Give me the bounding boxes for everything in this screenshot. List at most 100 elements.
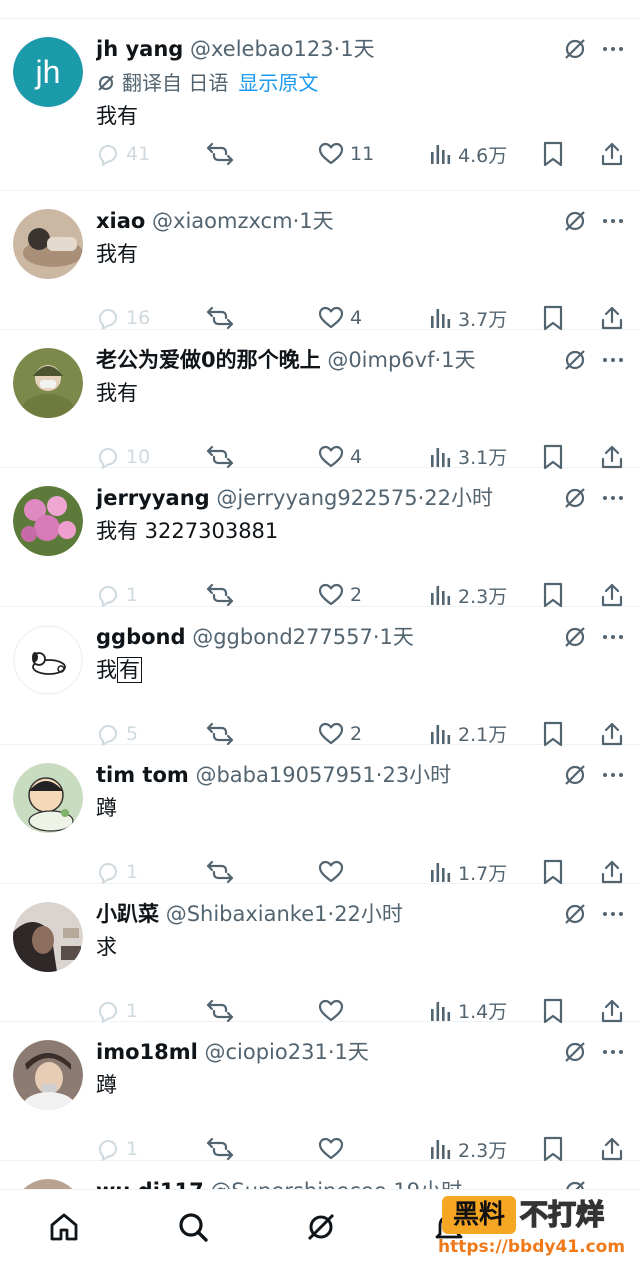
like-button[interactable]: [318, 1134, 350, 1164]
views-button[interactable]: 4.6万: [430, 139, 507, 169]
author-name[interactable]: wu di117: [96, 1179, 204, 1190]
more-options-icon[interactable]: [600, 485, 626, 511]
reply-button[interactable]: 16: [96, 303, 150, 333]
bookmark-button[interactable]: [542, 580, 564, 610]
grok-icon[interactable]: [304, 1210, 338, 1244]
like-button[interactable]: 4: [318, 303, 362, 333]
views-button[interactable]: 1.7万: [430, 857, 507, 887]
avatar[interactable]: [13, 763, 83, 833]
bookmark-button[interactable]: [542, 996, 564, 1026]
avatar[interactable]: [13, 209, 83, 279]
repost-button[interactable]: [206, 719, 234, 749]
author-handle[interactable]: @xiaomzxcm: [152, 209, 293, 233]
like-button[interactable]: [318, 996, 350, 1026]
bookmark-button[interactable]: [542, 303, 564, 333]
reply-post[interactable]: tim tom @baba19057951·23小时 蹲 1 1.7万: [0, 745, 640, 887]
post-time[interactable]: 23小时: [382, 763, 451, 787]
reply-post[interactable]: jerryyang @jerryyang922575·22小时 我有 32273…: [0, 468, 640, 610]
reply-button[interactable]: 5: [96, 719, 138, 749]
like-button[interactable]: 2: [318, 719, 362, 749]
avatar[interactable]: [13, 1178, 83, 1189]
bookmark-button[interactable]: [542, 442, 564, 472]
avatar[interactable]: [13, 347, 83, 418]
share-button[interactable]: [600, 580, 624, 610]
repost-button[interactable]: [206, 996, 234, 1026]
post-time[interactable]: 22小时: [334, 902, 403, 926]
author-handle[interactable]: @Shibaxianke1: [166, 902, 328, 926]
grok-icon[interactable]: [562, 208, 588, 234]
post-time[interactable]: 1天: [299, 209, 333, 233]
repost-button[interactable]: [206, 1134, 234, 1164]
reply-button[interactable]: 1: [96, 857, 138, 887]
post-time[interactable]: 1天: [380, 625, 414, 649]
show-original-link[interactable]: 显示原文: [238, 71, 318, 95]
reply-feed[interactable]: jh jh yang @xelebao123·1天 翻译自 日语 显示原文 我有 …: [0, 19, 640, 1189]
reply-post[interactable]: xiao @xiaomzxcm·1天 我有 16 4 3.7万: [0, 191, 640, 333]
author-name[interactable]: imo18ml: [96, 1040, 198, 1064]
more-options-icon[interactable]: [600, 901, 626, 927]
repost-button[interactable]: [206, 857, 234, 887]
author-name[interactable]: tim tom: [96, 763, 189, 787]
author-name[interactable]: jh yang: [96, 37, 183, 61]
author-name[interactable]: jerryyang: [96, 486, 210, 510]
reply-post[interactable]: 老公为爱做0的那个晚上 @0imp6vf·1天 我有 10 4 3.1万: [0, 330, 640, 469]
more-options-icon[interactable]: [600, 208, 626, 234]
home-icon[interactable]: [47, 1210, 81, 1244]
repost-button[interactable]: [206, 139, 234, 169]
author-handle[interactable]: @ciopio231: [205, 1040, 328, 1064]
views-button[interactable]: 2.1万: [430, 719, 507, 749]
share-button[interactable]: [600, 1134, 624, 1164]
like-button[interactable]: 2: [318, 580, 362, 610]
reply-post[interactable]: ggbond @ggbond277557·1天 我有 5 2 2.1万: [0, 607, 640, 746]
reply-button[interactable]: 1: [96, 996, 138, 1026]
bookmark-button[interactable]: [542, 1134, 564, 1164]
post-time[interactable]: 1天: [340, 37, 374, 61]
avatar[interactable]: jh: [13, 37, 83, 107]
bookmark-button[interactable]: [542, 139, 564, 169]
author-handle[interactable]: @jerryyang922575: [216, 486, 417, 510]
more-options-icon[interactable]: [600, 347, 626, 373]
bookmark-button[interactable]: [542, 719, 564, 749]
author-name[interactable]: 老公为爱做0的那个晚上: [96, 348, 321, 372]
post-time[interactable]: 22小时: [424, 486, 493, 510]
share-button[interactable]: [600, 442, 624, 472]
reply-post[interactable]: wu di117 @Supershinecee·19小时: [0, 1161, 640, 1190]
share-button[interactable]: [600, 303, 624, 333]
author-handle[interactable]: @baba19057951: [195, 763, 375, 787]
avatar[interactable]: [13, 486, 83, 556]
author-handle[interactable]: @0imp6vf: [327, 348, 434, 372]
grok-icon[interactable]: [562, 624, 588, 650]
reply-button[interactable]: 41: [96, 139, 150, 169]
avatar[interactable]: [13, 1040, 83, 1110]
author-name[interactable]: 小趴菜: [96, 902, 159, 926]
like-button[interactable]: 4: [318, 442, 362, 472]
more-options-icon[interactable]: [600, 762, 626, 788]
share-button[interactable]: [600, 719, 624, 749]
more-options-icon[interactable]: [600, 1039, 626, 1065]
post-time[interactable]: 1天: [441, 348, 475, 372]
views-button[interactable]: 1.4万: [430, 996, 507, 1026]
like-button[interactable]: [318, 857, 350, 887]
reply-post[interactable]: 小趴菜 @Shibaxianke1·22小时 求 1 1.4万: [0, 884, 640, 1023]
share-button[interactable]: [600, 857, 624, 887]
more-options-icon[interactable]: [600, 36, 626, 62]
more-options-icon[interactable]: [600, 624, 626, 650]
search-icon[interactable]: [176, 1210, 210, 1244]
reply-button[interactable]: 1: [96, 580, 138, 610]
like-button[interactable]: 11: [318, 139, 374, 169]
author-handle[interactable]: @ggbond277557: [192, 625, 373, 649]
share-button[interactable]: [600, 139, 624, 169]
post-time[interactable]: 19小时: [393, 1179, 462, 1190]
reply-post[interactable]: imo18ml @ciopio231·1天 蹲 1 2.3万: [0, 1022, 640, 1164]
reply-button[interactable]: 10: [96, 442, 150, 472]
grok-icon[interactable]: [562, 901, 588, 927]
grok-icon[interactable]: [562, 36, 588, 62]
grok-icon[interactable]: [562, 347, 588, 373]
bookmark-button[interactable]: [542, 857, 564, 887]
views-button[interactable]: 3.7万: [430, 303, 507, 333]
repost-button[interactable]: [206, 580, 234, 610]
grok-icon[interactable]: [562, 1039, 588, 1065]
grok-icon[interactable]: [562, 1178, 588, 1189]
author-handle[interactable]: @Supershinecee: [210, 1179, 386, 1190]
post-time[interactable]: 1天: [335, 1040, 369, 1064]
